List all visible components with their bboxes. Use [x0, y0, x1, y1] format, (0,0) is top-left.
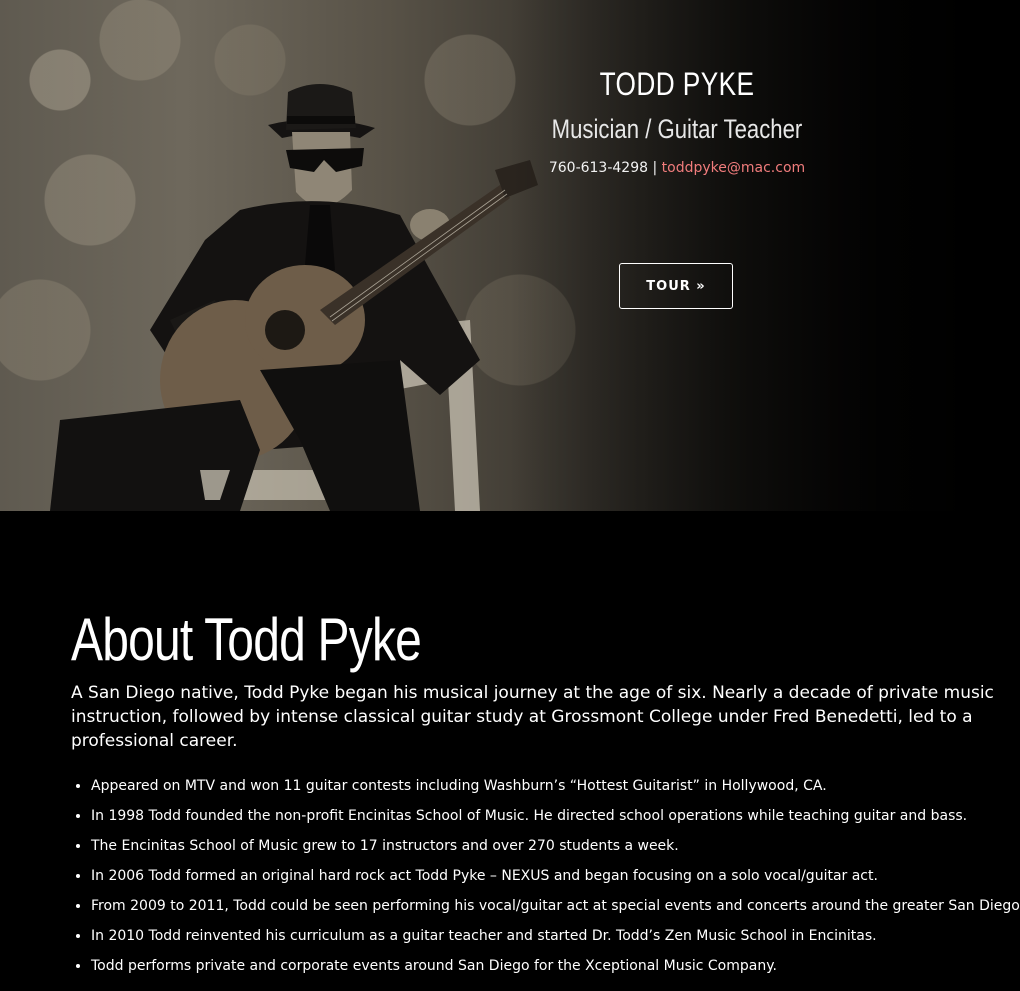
- list-item: Appeared on MTV and won 11 guitar contes…: [91, 771, 1001, 801]
- list-item: The Encinitas School of Music grew to 17…: [91, 831, 1001, 861]
- about-intro: A San Diego native, Todd Pyke began his …: [71, 683, 994, 751]
- email-link[interactable]: toddpyke@mac.com: [662, 160, 806, 176]
- list-item: In 2010 Todd reinvented his curriculum a…: [91, 921, 1001, 951]
- list-item: From 2009 to 2011, Todd could be seen pe…: [91, 891, 1020, 921]
- hero-section: TODD PYKE Musician / Guitar Teacher 760-…: [0, 0, 1020, 511]
- site-subtitle: Musician / Guitar Teacher: [551, 114, 803, 144]
- contact-separator: |: [652, 160, 658, 176]
- tour-button[interactable]: TOUR »: [619, 263, 733, 309]
- about-heading: About Todd Pyke: [71, 606, 422, 673]
- hero-dark-gradient: [0, 0, 1020, 511]
- about-section: About Todd Pyke A San Diego native, Todd…: [71, 511, 1020, 981]
- phone-number: 760-613-4298: [548, 160, 649, 176]
- site-title: TODD PYKE: [599, 66, 755, 102]
- list-item: In 2006 Todd formed an original hard roc…: [91, 861, 1001, 891]
- about-list: Appeared on MTV and won 11 guitar contes…: [71, 771, 1020, 981]
- list-item: In 1998 Todd founded the non-profit Enci…: [91, 801, 1001, 831]
- list-item: Todd performs private and corporate even…: [91, 951, 1001, 981]
- contact-line: 760-613-4298 | toddpyke@mac.com: [500, 160, 854, 176]
